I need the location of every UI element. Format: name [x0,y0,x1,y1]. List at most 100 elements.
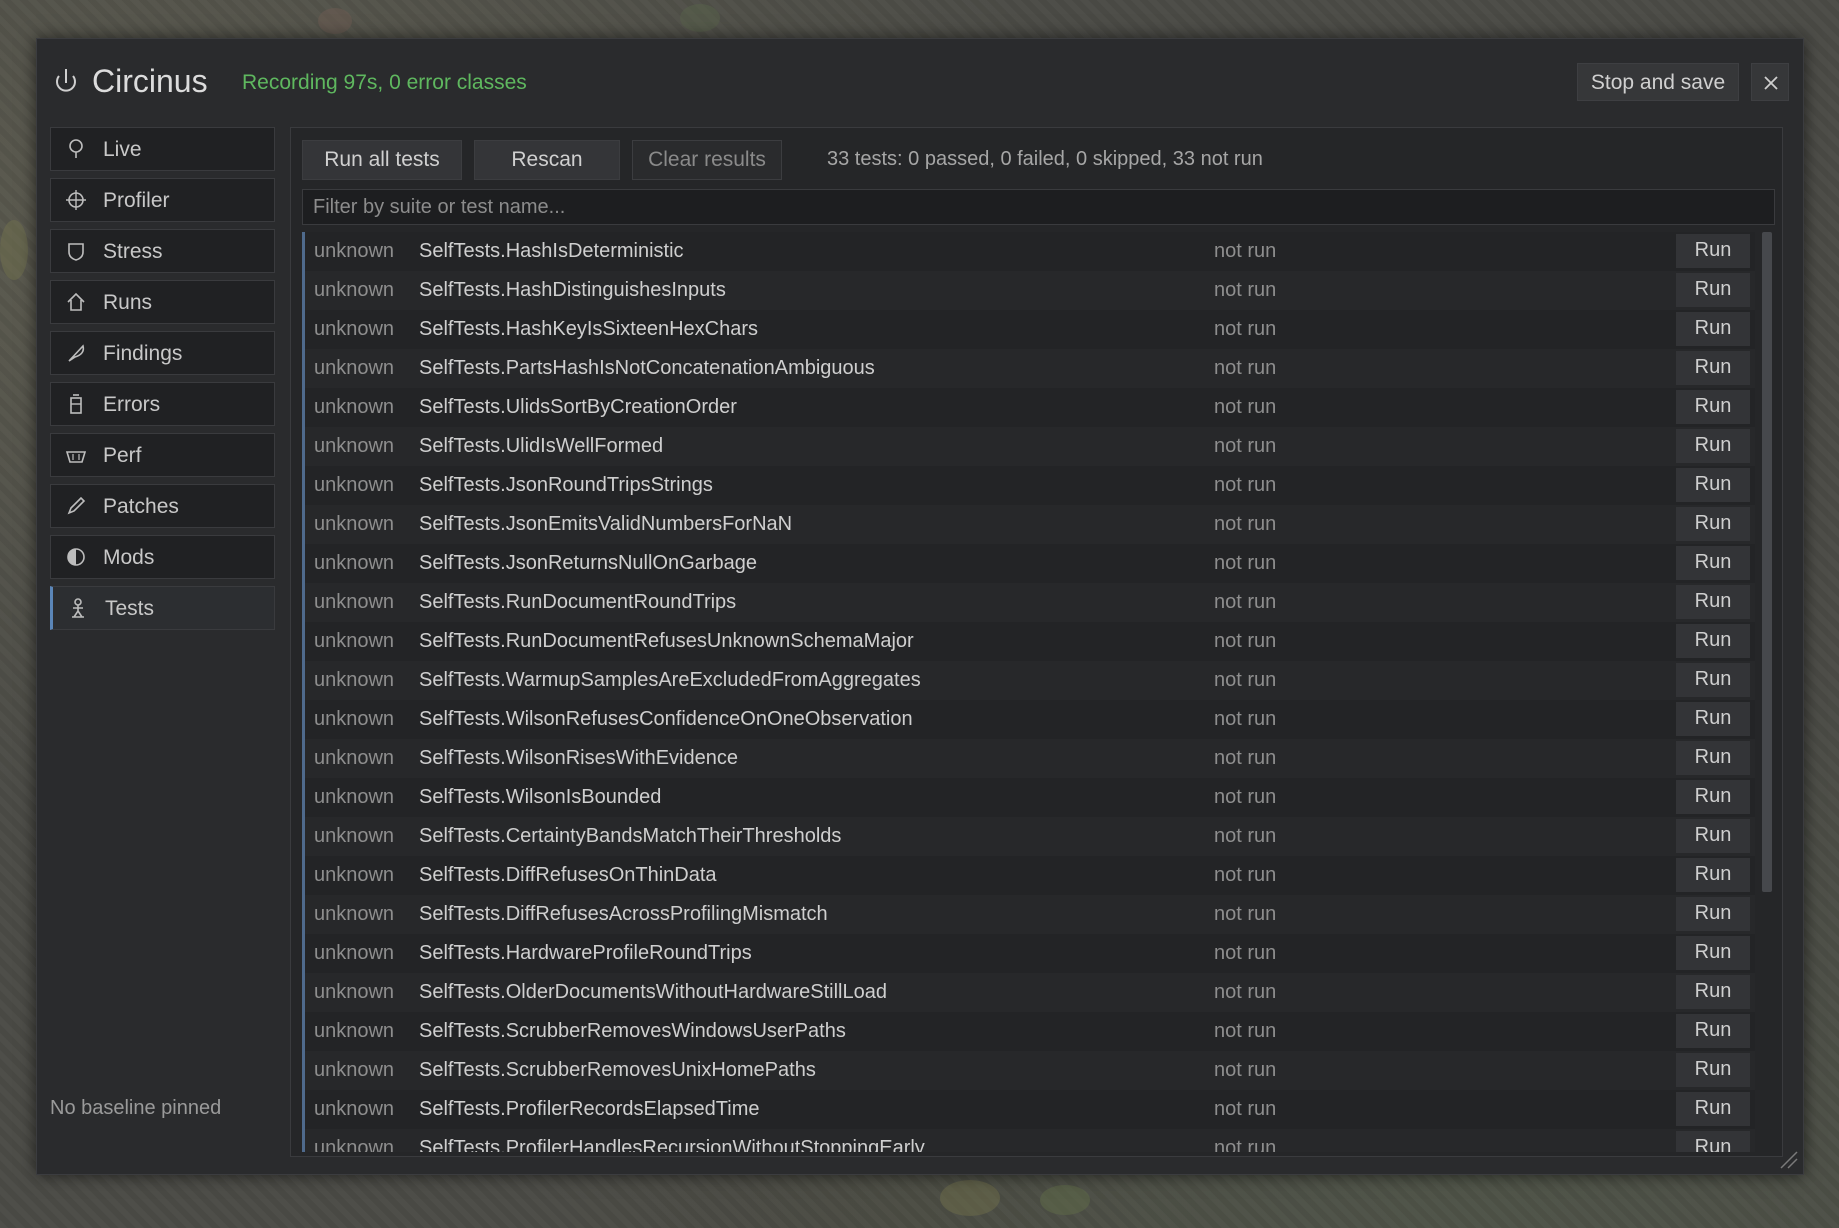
test-name: SelfTests.CertaintyBandsMatchTheirThresh… [419,825,842,847]
sidebar-item-perf[interactable]: Perf [50,433,275,477]
run-test-button[interactable]: Run [1676,897,1750,931]
run-test-button[interactable]: Run [1676,507,1750,541]
test-status: not run [1214,981,1277,1003]
run-test-button[interactable]: Run [1676,390,1750,424]
table-row: unknown SelfTests.DiffRefusesAcrossProfil… [305,895,1755,934]
run-test-button[interactable]: Run [1676,663,1750,697]
table-row: unknown SelfTests.JsonEmitsValidNumbersFo… [305,505,1755,544]
test-name: SelfTests.WilsonRisesWithEvidence [419,747,738,769]
table-row: unknown SelfTests.ProfilerRecordsElapsedT… [305,1090,1755,1129]
test-suite: unknown [314,747,395,769]
test-status: not run [1214,825,1277,847]
test-name: SelfTests.OlderDocumentsWithoutHardwareS… [419,981,887,1003]
test-name: SelfTests.JsonReturnsNullOnGarbage [419,552,757,574]
test-name: SelfTests.RunDocumentRefusesUnknownSchem… [419,630,914,652]
test-suite: unknown [314,396,395,418]
test-name: SelfTests.HardwareProfileRoundTrips [419,942,752,964]
test-suite: unknown [314,708,395,730]
test-suite: unknown [314,1098,395,1120]
test-name: SelfTests.HashKeyIsSixteenHexChars [419,318,759,340]
clear-results-button[interactable]: Clear results [632,140,782,180]
test-suite: unknown [314,786,395,808]
test-suite: unknown [314,669,395,691]
test-status: not run [1214,552,1277,574]
close-button[interactable] [1751,63,1789,101]
test-status: not run [1214,708,1277,730]
filter-input[interactable] [302,189,1775,225]
scrollbar[interactable] [1762,232,1772,1152]
sidebar-item-runs[interactable]: Runs [50,280,275,324]
run-test-button[interactable]: Run [1676,585,1750,619]
test-suite: unknown [314,942,395,964]
scrollbar-thumb[interactable] [1762,232,1772,892]
test-status: not run [1214,1020,1277,1042]
table-row: unknown SelfTests.CertaintyBandsMatchThei… [305,817,1755,856]
stop-and-save-button[interactable]: Stop and save [1577,63,1739,101]
resize-grip-icon[interactable] [1777,1148,1799,1170]
run-test-button[interactable]: Run [1676,273,1750,307]
sidebar-item-live[interactable]: Live [50,127,275,171]
shield-icon [65,240,87,262]
sidebar-item-profiler[interactable]: Profiler [50,178,275,222]
test-status: not run [1214,591,1277,613]
run-test-button[interactable]: Run [1676,234,1750,268]
run-test-button[interactable]: Run [1676,429,1750,463]
test-suite: unknown [314,435,395,457]
stopwatch-icon [53,66,79,96]
table-row: unknown SelfTests.RunDocumentRefusesUnkno… [305,622,1755,661]
run-test-button[interactable]: Run [1676,1053,1750,1087]
test-summary: 33 tests: 0 passed, 0 failed, 0 skipped,… [827,148,1263,170]
table-row: unknown SelfTests.ScrubberRemovesUnixHome… [305,1051,1755,1090]
test-suite: unknown [314,1137,395,1152]
test-suite: unknown [314,474,395,496]
half-circle-icon [65,546,87,568]
sidebar-item-label: Runs [103,291,153,314]
run-test-button[interactable]: Run [1676,702,1750,736]
table-row: unknown SelfTests.WilsonIsBounded not run R… [305,778,1755,817]
table-row: unknown SelfTests.ScrubberRemovesWindowsU… [305,1012,1755,1051]
sidebar-item-label: Live [103,138,142,161]
test-name: SelfTests.PartsHashIsNotConcatenationAmb… [419,357,875,379]
table-row: unknown SelfTests.DiffRefusesOnThinData no… [305,856,1755,895]
sidebar-item-patches[interactable]: Patches [50,484,275,528]
table-row: unknown SelfTests.JsonRoundTripsStrings no… [305,466,1755,505]
test-name: SelfTests.WilsonIsBounded [419,786,662,808]
run-test-button[interactable]: Run [1676,351,1750,385]
test-status: not run [1214,474,1277,496]
run-all-tests-button[interactable]: Run all tests [302,140,462,180]
run-test-button[interactable]: Run [1676,1014,1750,1048]
test-status: not run [1214,240,1277,262]
test-suite: unknown [314,552,395,574]
sidebar-item-stress[interactable]: Stress [50,229,275,273]
table-row: unknown SelfTests.WarmupSamplesAreExclude… [305,661,1755,700]
sidebar-item-tests[interactable]: Tests [50,586,275,630]
sidebar-item-errors[interactable]: Errors [50,382,275,426]
test-suite: unknown [314,1020,395,1042]
test-status: not run [1214,1098,1277,1120]
run-test-button[interactable]: Run [1676,1092,1750,1126]
run-test-button[interactable]: Run [1676,624,1750,658]
sidebar-item-findings[interactable]: Findings [50,331,275,375]
test-status: not run [1214,513,1277,535]
test-suite: unknown [314,357,395,379]
test-status: not run [1214,435,1277,457]
test-status: not run [1214,630,1277,652]
sidebar-item-mods[interactable]: Mods [50,535,275,579]
run-test-button[interactable]: Run [1676,858,1750,892]
run-test-button[interactable]: Run [1676,312,1750,346]
run-test-button[interactable]: Run [1676,780,1750,814]
run-test-button[interactable]: Run [1676,741,1750,775]
table-row: unknown SelfTests.UlidsSortByCreationOrde… [305,388,1755,427]
run-test-button[interactable]: Run [1676,819,1750,853]
test-status: not run [1214,669,1277,691]
run-test-button[interactable]: Run [1676,936,1750,970]
test-status: not run [1214,318,1277,340]
run-test-button[interactable]: Run [1676,975,1750,1009]
background-bush [0,220,28,280]
test-name: SelfTests.ScrubberRemovesUnixHomePaths [419,1059,816,1081]
run-test-button[interactable]: Run [1676,1131,1750,1152]
run-test-button[interactable]: Run [1676,546,1750,580]
run-test-button[interactable]: Run [1676,468,1750,502]
rescan-button[interactable]: Rescan [474,140,620,180]
test-status: not run [1214,357,1277,379]
